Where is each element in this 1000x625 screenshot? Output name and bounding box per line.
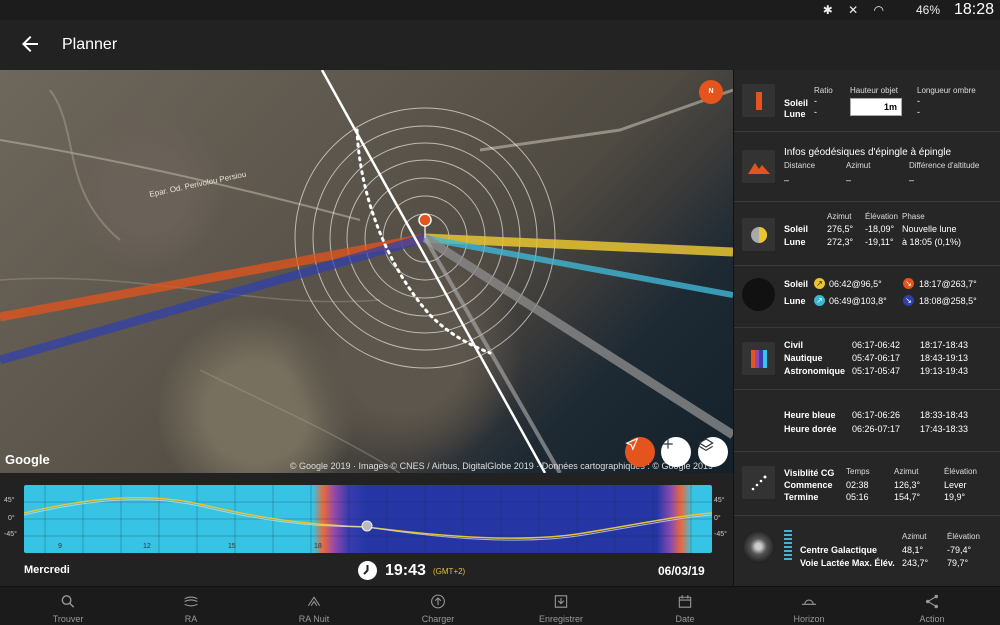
share-icon <box>925 594 939 609</box>
mountain-icon <box>742 150 775 183</box>
status-icons: ✱ ✕ ◠ <box>822 3 890 17</box>
nav-action[interactable]: Action <box>892 587 972 625</box>
compass-icon[interactable]: N <box>699 80 723 104</box>
object-height-input[interactable]: 1m <box>850 98 902 116</box>
moon-icon <box>742 278 775 311</box>
navigation-arrow-icon <box>625 437 639 451</box>
timeline-gmt: (GMT+2) <box>433 567 466 576</box>
google-logo: Google <box>5 452 50 467</box>
nav-ra[interactable]: RA <box>151 587 231 625</box>
elevation-chart[interactable]: 9 12 15 18 <box>24 485 712 553</box>
status-clock: 18:28 <box>953 1 994 18</box>
svg-text:12: 12 <box>143 543 151 550</box>
moon-phase-icon <box>742 218 775 251</box>
moonrise-icon: ↗ <box>814 295 825 306</box>
map-overlay: Epar. Od. Perivolou Persiou <box>0 70 733 473</box>
nav-charger[interactable]: Charger <box>398 587 478 625</box>
back-arrow-icon[interactable] <box>18 32 42 56</box>
sunrise-icon: ↗ <box>814 278 825 289</box>
twilight-section[interactable]: Civil Nautique Astronomique 06:17-06:42 … <box>734 328 1000 390</box>
timeline-day: Mercredi <box>24 564 70 576</box>
app-bar: Planner <box>0 20 1000 70</box>
plus-icon <box>663 439 673 449</box>
visibility-section[interactable]: Visiblité CG Commence Termine Temps Azim… <box>734 452 1000 516</box>
satellite-icon <box>742 466 775 499</box>
map-view[interactable]: Epar. Od. Perivolou Persiou N Google © G… <box>0 70 733 473</box>
upload-icon <box>431 594 445 609</box>
calendar-icon <box>678 595 692 608</box>
layers-icon <box>698 438 714 452</box>
battery-level: 46% <box>915 3 940 17</box>
nav-date[interactable]: Date <box>645 587 725 625</box>
bottom-nav: Trouver RA RA Nuit Charger Enregistrer D… <box>0 586 1000 625</box>
moonset-line <box>0 233 427 365</box>
milky-way-bar <box>784 530 792 560</box>
sunset-line <box>0 233 426 322</box>
galaxy-icon <box>742 530 775 563</box>
svg-text:18: 18 <box>314 543 322 550</box>
meridian-line <box>320 70 547 473</box>
elevation-chart-svg: 9 12 15 18 <box>24 485 712 553</box>
twilight-icon <box>742 342 775 375</box>
ar-night-icon <box>307 596 321 607</box>
geodesic-section[interactable]: Infos géodésiques d'épingle à épingle Di… <box>734 132 1000 202</box>
status-bar: ✱ ✕ ◠ 46% 18:28 <box>0 0 1000 20</box>
nav-trouver[interactable]: Trouver <box>28 587 108 625</box>
search-icon <box>61 595 75 608</box>
nav-horizon[interactable]: Horizon <box>769 587 849 625</box>
timeline[interactable]: 45° 0° -45° 45° 0° -45° 9 12 15 18 Mercr… <box>0 473 733 586</box>
nav-enregistrer[interactable]: Enregistrer <box>521 587 601 625</box>
svg-text:15: 15 <box>228 543 236 550</box>
timeline-time[interactable]: 19:43 <box>385 562 426 580</box>
sunset-icon: ↘ <box>903 278 914 289</box>
map-pin <box>418 213 432 227</box>
nav-ra-nuit[interactable]: RA Nuit <box>274 587 354 625</box>
position-section[interactable]: Azimut Élévation Phase Soleil Lune 276,5… <box>734 202 1000 266</box>
page-title: Planner <box>62 36 118 53</box>
golden-hour-section[interactable]: Heure bleue Heure dorée 06:17-06:26 18:3… <box>734 390 1000 452</box>
milky-way-section[interactable]: Azimut Élévation Centre Galactique Voie … <box>734 516 1000 586</box>
save-icon <box>554 595 568 608</box>
my-location-button[interactable] <box>625 437 655 467</box>
road-label: Epar. Od. Perivolou Persiou <box>149 170 247 199</box>
timeline-date[interactable]: 06/03/19 <box>658 564 705 578</box>
clock-icon[interactable] <box>358 561 377 580</box>
svg-text:9: 9 <box>58 543 62 550</box>
add-pin-button[interactable] <box>661 437 691 467</box>
moonset-icon: ↘ <box>903 295 914 306</box>
horizon-icon <box>801 599 817 605</box>
map-layers-button[interactable] <box>698 437 728 467</box>
rise-set-section[interactable]: Soleil Lune ↗ 06:42@96,5° ↘ 18:17@263,7°… <box>734 266 1000 328</box>
shadow-section[interactable]: Ratio Hauteur objet Longueur ombre Solei… <box>734 70 1000 132</box>
info-panel: Ratio Hauteur objet Longueur ombre Solei… <box>733 70 1000 586</box>
shadow-icon <box>742 84 775 117</box>
ar-icon <box>184 596 198 607</box>
